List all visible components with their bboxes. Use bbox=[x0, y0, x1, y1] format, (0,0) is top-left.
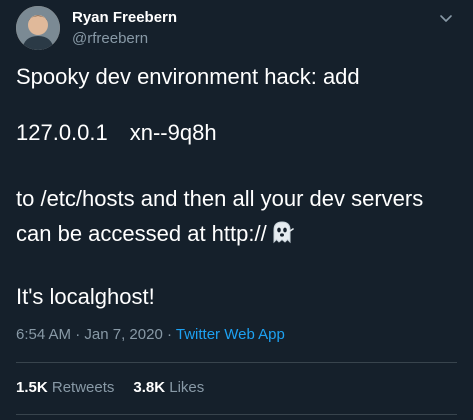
tweet-source-link[interactable]: Twitter Web App bbox=[176, 326, 285, 343]
divider bbox=[16, 414, 457, 415]
retweets-count: 1.5K bbox=[16, 379, 48, 396]
tweet-meta: 6:54 AM · Jan 7, 2020 · Twitter Web App bbox=[16, 326, 285, 343]
ghost-icon bbox=[269, 219, 295, 245]
avatar[interactable] bbox=[16, 6, 60, 50]
tweet-date[interactable]: Jan 7, 2020 bbox=[84, 326, 162, 343]
user-name[interactable]: Ryan Freebern bbox=[72, 9, 177, 26]
divider bbox=[16, 362, 457, 363]
tweet-text-line: It's localghost! bbox=[16, 284, 155, 309]
tweet-text-line: can be accessed at http:// bbox=[16, 219, 295, 247]
meta-separator: · bbox=[75, 326, 81, 343]
retweets-label: Retweets bbox=[51, 379, 115, 396]
tweet: Ryan Freebern @rfreebern Spooky dev envi… bbox=[0, 0, 473, 420]
likes-label: Likes bbox=[169, 379, 205, 396]
user-handle[interactable]: @rfreebern bbox=[72, 30, 148, 47]
tweet-text-line: Spooky dev environment hack: add bbox=[16, 64, 360, 89]
retweets-stat[interactable]: 1.5K Retweets bbox=[16, 379, 114, 396]
tweet-time[interactable]: 6:54 AM bbox=[16, 326, 71, 343]
hosts-ip: 127.0.0.1 bbox=[16, 120, 108, 145]
hosts-name: xn--9q8h bbox=[129, 120, 217, 145]
meta-separator: · bbox=[166, 326, 172, 343]
likes-count: 3.8K bbox=[133, 379, 166, 396]
tweet-stats: 1.5K Retweets 3.8K Likes bbox=[16, 379, 223, 396]
tweet-text-line: to /etc/hosts and then all your dev serv… bbox=[16, 186, 424, 211]
tweet-hosts-entry: 127.0.0.1 xn--9q8h bbox=[16, 120, 217, 146]
tweet-text-url: can be accessed at http:// bbox=[16, 221, 267, 246]
likes-stat[interactable]: 3.8K Likes bbox=[133, 379, 204, 396]
chevron-down-icon[interactable] bbox=[438, 10, 454, 26]
